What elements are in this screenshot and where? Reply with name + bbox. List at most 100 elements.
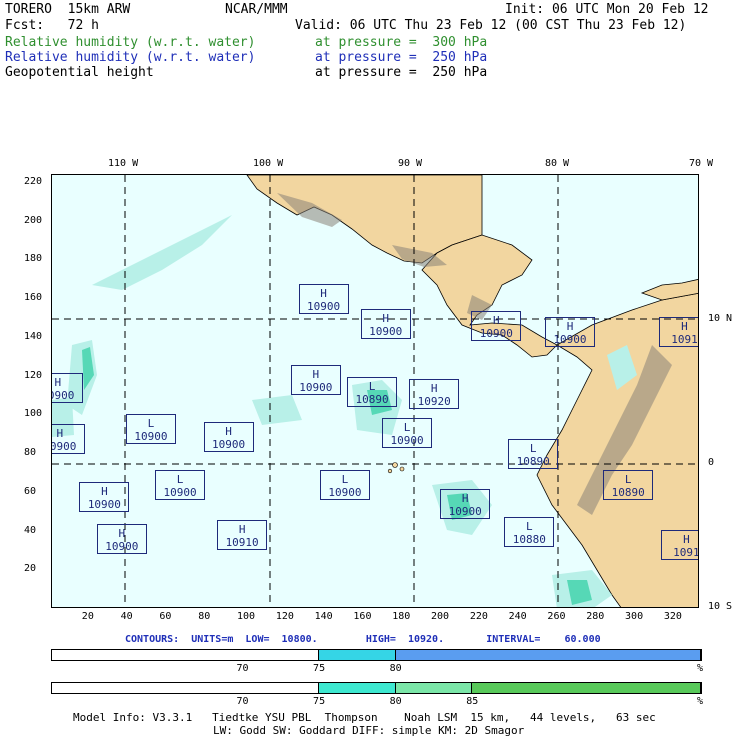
low-center-label: L 10890 (347, 377, 398, 407)
center-value: 10900 (52, 439, 77, 453)
y-tick: 140 (24, 330, 43, 342)
y-tick: 80 (24, 447, 37, 458)
high-center-label: H10900 (96, 524, 147, 555)
y-tick: 200 (24, 214, 43, 226)
x-tick: 180 (392, 611, 411, 622)
lat-label-10s: 10 S (708, 601, 733, 612)
center-value: 10900 (369, 325, 403, 339)
colorbar-segment (395, 650, 701, 660)
x-tick: 160 (353, 611, 372, 622)
center-value: 10900 (299, 381, 333, 395)
center-type: H (566, 319, 574, 333)
colorbar-label: 80 (389, 696, 402, 707)
lon-label-110w: 110 W (108, 158, 139, 169)
high-center-label: H 1091 (661, 530, 698, 561)
field-2-name: Relative humidity (w.r.t. water) (5, 50, 256, 65)
center-value: 10890 (611, 486, 645, 499)
high-center-label: H 1091 (659, 316, 698, 347)
center-type: L (341, 473, 349, 486)
center-type: H (225, 424, 232, 438)
y-tick: 160 (24, 292, 43, 303)
center-type: L (403, 420, 411, 434)
center-value: 10920 (417, 394, 451, 408)
colorbar-segment (52, 683, 320, 693)
center-type: H (56, 426, 64, 440)
x-tick: 60 (159, 611, 172, 622)
low-center-label: L 10900 (319, 470, 370, 500)
org-label: NCAR/MMM (225, 2, 288, 17)
x-tick: 200 (431, 611, 450, 622)
physics-info: LW: Godd SW: Goddard DIFF: simple KM: 2D… (213, 724, 525, 737)
center-type: H (238, 523, 246, 537)
high-center-label: H10900 (52, 423, 85, 454)
low-center-label: L 10880 (504, 516, 555, 547)
center-type: H (461, 492, 469, 506)
map-canvas: H 10900 H 10900 H 10900 H 10900 H 1091 H 10900 L 1089… (51, 174, 699, 608)
center-value: 10900 (211, 437, 246, 451)
colorbar-segment (319, 683, 396, 693)
lat-label-0: 0 (708, 457, 715, 468)
high-center-label: H10900 (52, 373, 83, 404)
center-value: 10900 (328, 486, 362, 499)
model-title: TORERO 15km ARW (5, 2, 131, 17)
center-value: 10910 (225, 536, 259, 550)
field-3-name: Geopotential height (5, 65, 154, 80)
center-type: L (176, 473, 184, 486)
colorbar-label: 75 (313, 663, 326, 674)
lon-label-70w: 70 W (689, 158, 714, 169)
x-tick: 300 (625, 611, 644, 622)
high-center-label: H 10920 (409, 378, 460, 409)
y-tick: 100 (24, 408, 43, 420)
high-center-label: H10900 (471, 311, 522, 342)
center-value: 10880 (512, 532, 546, 546)
y-tick: 20 (24, 563, 37, 575)
center-type: L (368, 380, 376, 393)
high-center-label: H10900 (79, 481, 130, 512)
center-value: 10900 (307, 300, 341, 313)
low-center-label: L 10900 (155, 470, 206, 500)
center-value: 10900 (163, 486, 197, 499)
center-type: L (624, 473, 632, 486)
center-type: H (320, 287, 327, 300)
contours-info: CONTOURS: UNITS=m LOW= 10800. HIGH= 1092… (125, 634, 601, 645)
colorbar-300hpa (51, 682, 702, 694)
colorbar-label: 80 (389, 663, 402, 674)
colorbar-label: 70 (236, 696, 249, 707)
center-type: L (529, 442, 537, 455)
init-time: Init: 06 UTC Mon 20 Feb 12 (505, 2, 709, 17)
y-tick: 220 (24, 175, 43, 187)
colorbar-label: 70 (236, 663, 249, 674)
x-tick: 220 (469, 611, 488, 622)
rh-patch (92, 215, 232, 290)
y-tick: 180 (24, 253, 43, 265)
high-center-label: H10900 (440, 489, 491, 520)
colorbar-unit: % (697, 696, 704, 707)
center-type: H (683, 533, 690, 547)
x-tick: 140 (314, 611, 333, 622)
lon-label-90w: 90 W (398, 158, 423, 169)
high-center-label: H10900 (203, 421, 254, 452)
center-type: L (525, 519, 533, 533)
x-tick: 120 (275, 611, 294, 622)
x-tick: 240 (508, 611, 527, 622)
x-tick: 260 (547, 611, 566, 622)
high-center-label: H10900 (545, 316, 595, 347)
field-2-level: at pressure = 250 hPa (315, 50, 488, 65)
field-1-level: at pressure = 300 hPa (315, 35, 488, 50)
colorbar-label: 75 (313, 696, 326, 707)
colorbar-segment (395, 683, 472, 693)
x-tick: 80 (198, 611, 211, 622)
center-value: 10900 (105, 540, 139, 554)
center-type: H (430, 381, 438, 395)
low-center-label: L 10900 (382, 417, 433, 448)
x-tick: 20 (81, 611, 94, 622)
colorbar-segment (52, 650, 320, 660)
field-3-level: at pressure = 250 hPa (315, 65, 488, 80)
center-type: H (681, 319, 688, 333)
center-value: 10900 (553, 332, 587, 346)
center-value: 10900 (134, 429, 168, 443)
center-value: 10900 (479, 327, 513, 341)
x-tick: 320 (663, 611, 682, 622)
center-value: 10900 (52, 389, 75, 403)
colorbar-250hpa (51, 649, 702, 661)
